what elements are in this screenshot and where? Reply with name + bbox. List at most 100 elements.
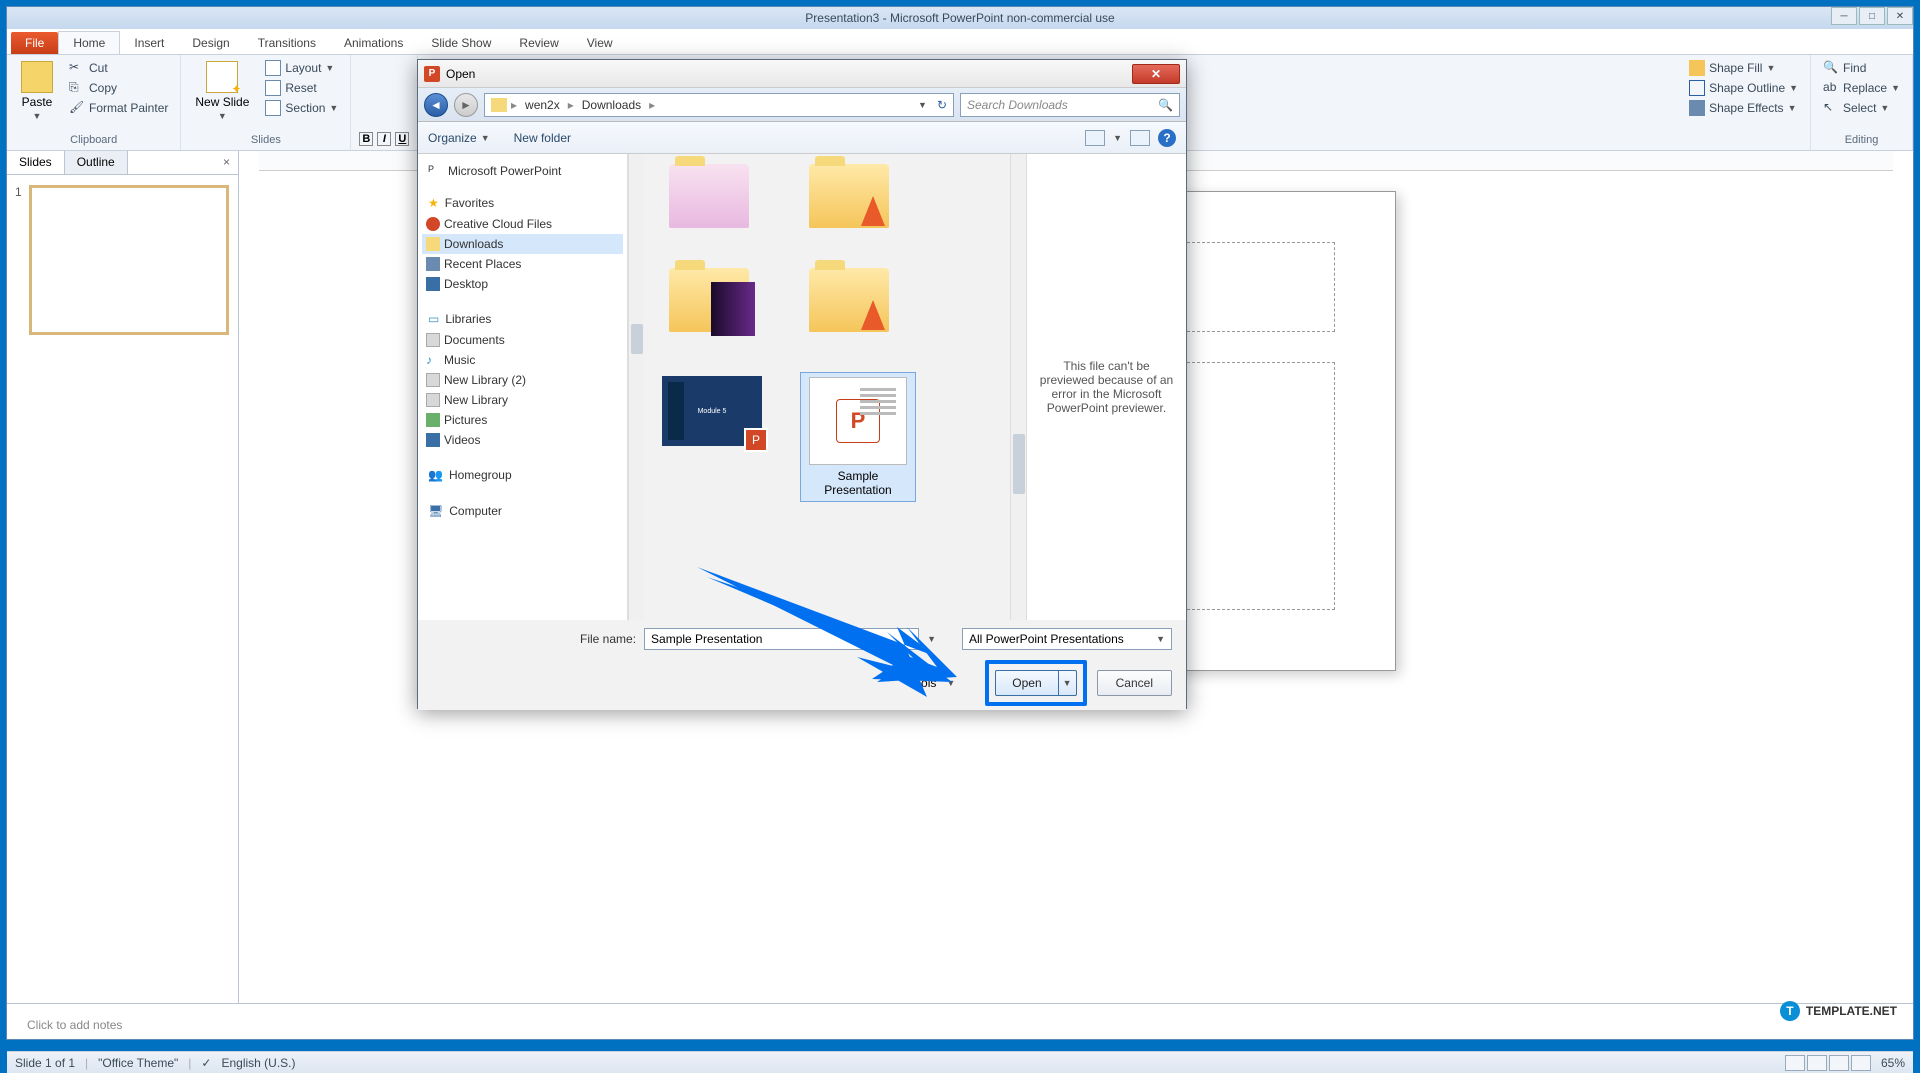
tree-computer[interactable]: 🖥Computer xyxy=(422,500,623,522)
cut-button[interactable]: ✂Cut xyxy=(65,59,172,77)
tree-favorites[interactable]: ★Favorites xyxy=(422,192,623,214)
slide-panel-close-button[interactable]: × xyxy=(215,151,238,174)
tree-new-library-2[interactable]: New Library (2) xyxy=(422,370,623,390)
cancel-button[interactable]: Cancel xyxy=(1097,670,1172,696)
tree-app-folder[interactable]: PMicrosoft PowerPoint xyxy=(422,160,623,182)
normal-view-button[interactable] xyxy=(1785,1055,1805,1071)
paste-button[interactable]: Paste ▼ xyxy=(15,59,59,123)
dialog-close-button[interactable]: ✕ xyxy=(1132,64,1180,84)
breadcrumb-user[interactable]: wen2x xyxy=(521,98,564,112)
find-button[interactable]: 🔍Find xyxy=(1819,59,1904,77)
tab-design[interactable]: Design xyxy=(178,32,243,54)
reading-view-button[interactable] xyxy=(1829,1055,1849,1071)
slide-panel-tab-slides[interactable]: Slides xyxy=(7,151,65,174)
notes-pane[interactable]: Click to add notes xyxy=(7,1003,1913,1051)
tab-animations[interactable]: Animations xyxy=(330,32,417,54)
refresh-icon[interactable]: ↻ xyxy=(937,98,947,112)
chevron-down-icon: ▼ xyxy=(325,63,334,73)
shape-effects-button[interactable]: Shape Effects▼ xyxy=(1685,99,1802,117)
file-type-select[interactable]: All PowerPoint Presentations ▼ xyxy=(962,628,1172,650)
tree-downloads[interactable]: Downloads xyxy=(422,234,623,254)
tree-scrollbar[interactable] xyxy=(628,154,644,620)
window-close-button[interactable]: ✕ xyxy=(1887,7,1913,25)
shape-fill-button[interactable]: Shape Fill▼ xyxy=(1685,59,1802,77)
tab-slideshow[interactable]: Slide Show xyxy=(417,32,505,54)
nav-back-button[interactable]: ◄ xyxy=(424,93,448,117)
tree-recent-places[interactable]: Recent Places xyxy=(422,254,623,274)
tree-videos[interactable]: Videos xyxy=(422,430,623,450)
new-slide-button[interactable]: ✦ New Slide ▼ xyxy=(189,59,255,123)
tab-view[interactable]: View xyxy=(573,32,627,54)
search-icon: 🔍 xyxy=(1158,98,1173,112)
tree-documents[interactable]: Documents xyxy=(422,330,623,350)
reset-button[interactable]: Reset xyxy=(261,79,342,97)
tab-file[interactable]: File xyxy=(11,32,58,54)
file-name-input[interactable] xyxy=(644,628,919,650)
section-icon xyxy=(265,100,281,116)
tree-new-library[interactable]: New Library xyxy=(422,390,623,410)
tree-pictures[interactable]: Pictures xyxy=(422,410,623,430)
italic-button[interactable]: I xyxy=(377,132,391,146)
file-list[interactable]: Module 5 P P Sample Presentation xyxy=(644,154,1010,620)
file-type-label: All PowerPoint Presentations xyxy=(969,632,1124,646)
format-painter-button[interactable]: 🖌Format Painter xyxy=(65,99,172,117)
breadcrumb[interactable]: ▸ wen2x ▸ Downloads ▸ ▼ ↻ xyxy=(484,93,954,117)
bold-button[interactable]: B xyxy=(359,132,373,146)
layout-button[interactable]: Layout▼ xyxy=(261,59,342,77)
tools-dropdown[interactable]: ▼ xyxy=(946,678,955,688)
breadcrumb-dropdown[interactable]: ▼ xyxy=(918,100,927,110)
slide-thumbnail-number: 1 xyxy=(15,185,22,199)
status-language[interactable]: English (U.S.) xyxy=(221,1056,295,1070)
view-mode-button[interactable] xyxy=(1085,130,1105,146)
organize-button[interactable]: Organize ▼ xyxy=(428,131,490,145)
window-minimize-button[interactable]: ─ xyxy=(1831,7,1857,25)
help-icon[interactable]: ? xyxy=(1158,129,1176,147)
tools-button[interactable]: Tools xyxy=(908,676,936,690)
tree-creative-cloud[interactable]: Creative Cloud Files xyxy=(422,214,623,234)
new-folder-button[interactable]: New folder xyxy=(514,131,571,145)
breadcrumb-folder[interactable]: Downloads xyxy=(578,98,645,112)
nav-forward-button[interactable]: ► xyxy=(454,93,478,117)
ppt-file-module[interactable]: Module 5 P xyxy=(654,372,770,502)
tab-home[interactable]: Home xyxy=(58,31,120,54)
file-name-dropdown[interactable]: ▼ xyxy=(927,634,936,644)
sorter-view-button[interactable] xyxy=(1807,1055,1827,1071)
tab-review[interactable]: Review xyxy=(505,32,572,54)
slide-thumbnail-1[interactable] xyxy=(29,185,229,335)
folder-item[interactable] xyxy=(794,164,904,228)
folder-item[interactable] xyxy=(794,268,904,332)
folder-icon xyxy=(491,98,507,112)
section-button[interactable]: Section▼ xyxy=(261,99,342,117)
copy-button[interactable]: ⎘Copy xyxy=(65,79,172,97)
folder-item[interactable] xyxy=(654,268,764,332)
slideshow-view-button[interactable] xyxy=(1851,1055,1871,1071)
library-icon xyxy=(426,373,440,387)
tree-music[interactable]: ♪Music xyxy=(422,350,623,370)
underline-button[interactable]: U xyxy=(395,132,409,146)
preview-toggle-button[interactable] xyxy=(1130,130,1150,146)
chevron-down-icon: ▼ xyxy=(1156,634,1165,644)
window-maximize-button[interactable]: □ xyxy=(1859,7,1885,25)
tree-homegroup[interactable]: 👥Homegroup xyxy=(422,464,623,486)
shape-outline-button[interactable]: Shape Outline▼ xyxy=(1685,79,1802,97)
status-spellcheck-icon[interactable]: ✓ xyxy=(201,1056,211,1070)
search-input[interactable]: Search Downloads 🔍 xyxy=(960,93,1180,117)
tree-desktop[interactable]: Desktop xyxy=(422,274,623,294)
shape-fill-label: Shape Fill xyxy=(1709,61,1762,75)
replace-button[interactable]: abReplace▼ xyxy=(1819,79,1904,97)
ppt-file-sample[interactable]: P Sample Presentation xyxy=(800,372,916,502)
watermark-text: TEMPLATE.NET xyxy=(1806,1004,1897,1018)
open-split-dropdown[interactable]: ▼ xyxy=(1059,670,1077,696)
slide-panel-tabs: Slides Outline × xyxy=(7,151,238,175)
zoom-level[interactable]: 65% xyxy=(1881,1056,1905,1070)
tab-insert[interactable]: Insert xyxy=(120,32,178,54)
open-button[interactable]: Open xyxy=(995,670,1058,696)
slide-panel-tab-outline[interactable]: Outline xyxy=(65,151,128,174)
tree-libraries[interactable]: ▭Libraries xyxy=(422,308,623,330)
chevron-down-icon: ▼ xyxy=(1788,103,1797,113)
select-button[interactable]: ↖Select▼ xyxy=(1819,99,1904,117)
file-list-scrollbar[interactable] xyxy=(1010,154,1026,620)
folder-item[interactable] xyxy=(654,164,764,228)
tab-transitions[interactable]: Transitions xyxy=(244,32,330,54)
chevron-down-icon[interactable]: ▼ xyxy=(1113,133,1122,143)
